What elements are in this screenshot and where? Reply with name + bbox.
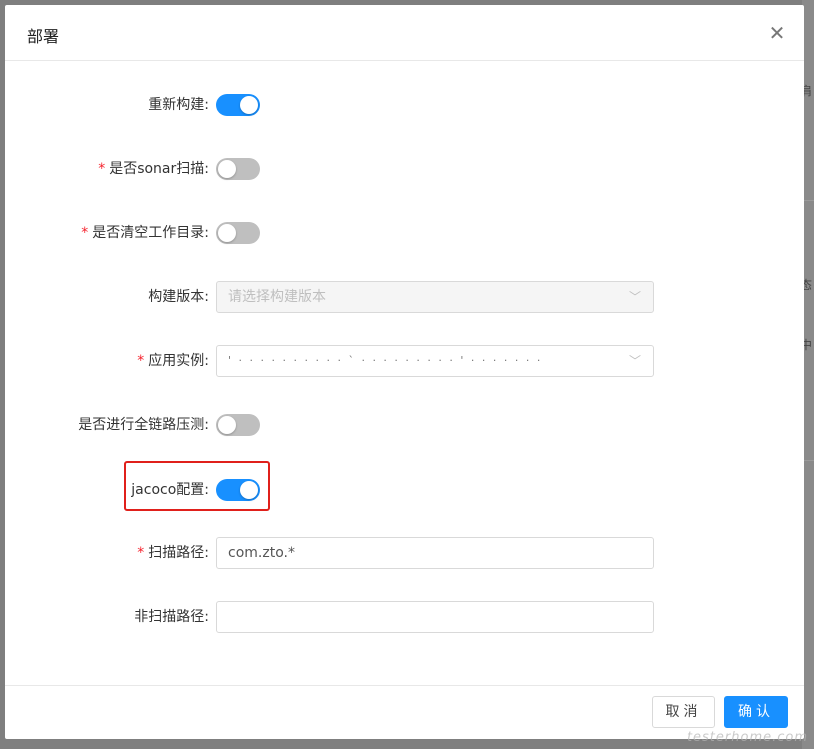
build-version-label: 构建版本:	[148, 289, 209, 305]
clean-dir-label: * 是否清空工作目录:	[81, 225, 209, 241]
sonar-switch[interactable]	[216, 158, 260, 180]
form-row-scan-path: * 扫描路径: com.zto.*	[5, 537, 804, 569]
required-asterisk: *	[98, 161, 106, 177]
switch-knob	[240, 481, 258, 499]
scan-path-input[interactable]: com.zto.*	[216, 537, 654, 569]
app-instance-select[interactable]: ' · · · · · · · · · · ` · · · · · · · · …	[216, 345, 654, 377]
close-icon[interactable]: ✕	[766, 22, 788, 44]
required-asterisk: *	[137, 353, 145, 369]
app-instance-label: * 应用实例:	[137, 353, 209, 369]
form-row-app-instance: * 应用实例: ' · · · · · · · · · · ` · · · · ·…	[5, 345, 804, 377]
clean-dir-switch[interactable]	[216, 222, 260, 244]
rebuild-label: 重新构建:	[148, 97, 209, 113]
full-link-test-label: 是否进行全链路压测:	[78, 417, 209, 433]
form-row-full-link-test: 是否进行全链路压测:	[5, 409, 804, 441]
switch-knob	[218, 224, 236, 242]
switch-knob	[240, 96, 258, 114]
jacoco-label: jacoco配置:	[131, 482, 209, 498]
form-row-exclude-path: 非扫描路径:	[5, 601, 804, 633]
rebuild-switch[interactable]	[216, 94, 260, 116]
app-instance-value: ' · · · · · · · · · · ` · · · · · · · · …	[228, 354, 543, 367]
jacoco-switch[interactable]	[216, 479, 260, 501]
dialog-header: 部署 ✕	[5, 5, 804, 61]
form-row-jacoco: jacoco配置:	[5, 474, 804, 506]
confirm-button[interactable]: 确认	[724, 696, 788, 728]
sonar-label: * 是否sonar扫描:	[98, 161, 209, 177]
chevron-down-icon: ﹀	[628, 290, 641, 304]
exclude-path-label: 非扫描路径:	[134, 609, 209, 625]
form-row-rebuild: 重新构建:	[5, 89, 804, 121]
switch-knob	[218, 160, 236, 178]
dialog-footer: 取消 确认	[5, 685, 804, 739]
required-asterisk: *	[137, 545, 145, 561]
form-row-clean-dir: * 是否清空工作目录:	[5, 217, 804, 249]
deploy-dialog: 部署 ✕ 重新构建: * 是否sonar扫描: * 是否清空工作目录: 构建版本: …	[5, 5, 804, 739]
form-row-sonar: * 是否sonar扫描:	[5, 153, 804, 185]
form-row-build-version: 构建版本: 请选择构建版本 ﹀	[5, 281, 804, 313]
scan-path-label: * 扫描路径:	[137, 545, 209, 561]
dialog-title: 部署	[27, 27, 60, 46]
cancel-button[interactable]: 取消	[652, 696, 715, 728]
full-link-test-switch[interactable]	[216, 414, 260, 436]
chevron-down-icon: ﹀	[628, 354, 641, 368]
build-version-select[interactable]: 请选择构建版本 ﹀	[216, 281, 654, 313]
exclude-path-input[interactable]	[216, 601, 654, 633]
watermark: testerhome.com	[686, 730, 808, 745]
required-asterisk: *	[81, 225, 89, 241]
switch-knob	[218, 416, 236, 434]
build-version-placeholder: 请选择构建版本	[228, 289, 326, 305]
